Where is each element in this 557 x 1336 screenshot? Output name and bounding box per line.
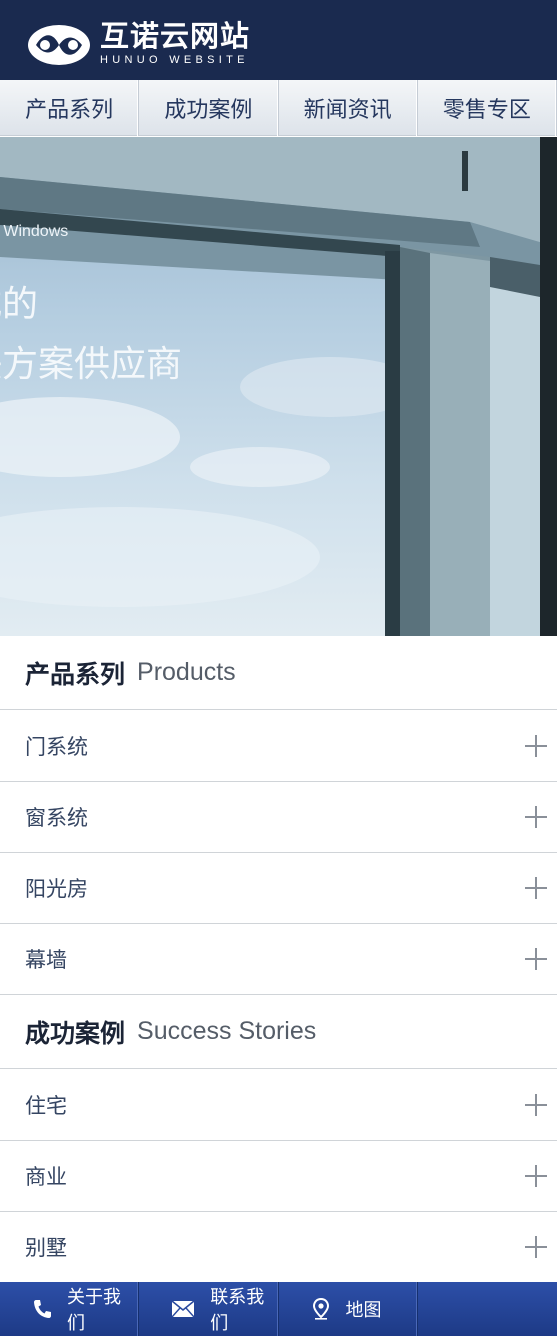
list-item-label: 别墅 — [25, 1236, 67, 1260]
list-item-commercial[interactable]: 商业 — [0, 1141, 557, 1212]
list-item-villa[interactable]: 别墅 — [0, 1212, 557, 1283]
plus-icon[interactable] — [525, 1094, 547, 1116]
banner-headline-1: 式的 — [0, 284, 39, 325]
bottom-toolbar: 关于我们 联系我们 地图 — [0, 1282, 557, 1336]
list-item-door-system[interactable]: 门系统 — [0, 711, 557, 782]
banner-headline-2: 决方案供应商 — [0, 344, 183, 385]
list-item-label: 门系统 — [25, 735, 88, 759]
cases-title-cn: 成功案例 — [25, 1018, 126, 1048]
nav-item-cases[interactable]: 成功案例 — [139, 80, 279, 136]
footer-about-button[interactable]: 关于我们 — [0, 1282, 140, 1336]
logo-title: 互诺云网站 — [100, 19, 251, 53]
nav-item-products[interactable]: 产品系列 — [0, 80, 140, 136]
plus-icon[interactable] — [525, 1165, 547, 1187]
main-nav: 产品系列 成功案例 新闻资讯 零售专区 — [0, 80, 557, 136]
products-title-en: Products — [137, 658, 236, 686]
mail-icon — [171, 1300, 195, 1318]
cases-title-en: Success Stories — [137, 1017, 317, 1045]
phone-icon — [34, 1300, 51, 1318]
site-logo[interactable]: 互诺云网站 HUNUO WEBSITE — [26, 20, 250, 67]
plus-icon[interactable] — [525, 806, 547, 828]
list-item-label: 幕墙 — [25, 948, 67, 972]
list-item-label: 窗系统 — [25, 806, 88, 830]
footer-about-label: 关于我们 — [67, 1287, 121, 1334]
footer-contact-button[interactable]: 联系我们 — [139, 1282, 279, 1336]
list-item-label: 阳光房 — [25, 877, 88, 901]
site-header: 互诺云网站 HUNUO WEBSITE — [0, 0, 557, 80]
footer-map-button[interactable]: 地图 — [279, 1282, 418, 1336]
plus-icon[interactable] — [525, 1236, 547, 1258]
plus-icon[interactable] — [525, 877, 547, 899]
footer-map-label: 地图 — [345, 1300, 382, 1321]
list-item-sunroom[interactable]: 阳光房 — [0, 853, 557, 924]
cases-section-title: 成功案例 Success Stories — [0, 995, 557, 1069]
plus-icon[interactable] — [525, 735, 547, 757]
list-item-label: 住宅 — [25, 1094, 67, 1118]
list-item-label: 商业 — [25, 1165, 67, 1189]
nav-item-news[interactable]: 新闻资讯 — [279, 80, 418, 136]
products-section-title: 产品系列 Products — [0, 636, 557, 710]
list-item-residential[interactable]: 住宅 — [0, 1070, 557, 1141]
logo-icon — [28, 24, 90, 65]
plus-icon[interactable] — [525, 948, 547, 970]
footer-contact-label: 联系我们 — [210, 1287, 265, 1334]
footer-empty-slot — [418, 1282, 557, 1336]
list-item-window-system[interactable]: 窗系统 — [0, 782, 557, 853]
list-item-curtain-wall[interactable]: 幕墙 — [0, 924, 557, 995]
products-title-cn: 产品系列 — [25, 659, 126, 689]
banner-caption: d Windows — [0, 223, 69, 240]
nav-item-retail[interactable]: 零售专区 — [418, 80, 557, 136]
hero-banner[interactable]: d Windows 式的 决方案供应商 — [0, 137, 557, 636]
map-pin-icon — [312, 1298, 329, 1320]
logo-subtitle: HUNUO WEBSITE — [100, 54, 249, 66]
